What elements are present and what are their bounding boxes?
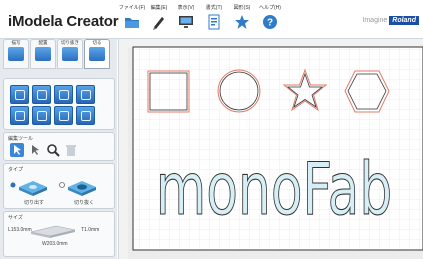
tool-button[interactable] (76, 106, 95, 125)
edit-tools-label: 編集ツール (8, 136, 34, 142)
type-label: タイプ (8, 167, 24, 173)
tab-draw[interactable]: 描写 (3, 39, 29, 69)
size-label: サイズ (8, 215, 23, 221)
tool-button[interactable] (32, 106, 51, 125)
design-canvas[interactable]: monoFab (119, 39, 423, 259)
type-radio-cutout[interactable] (10, 182, 16, 188)
tab-arrange[interactable]: 配置 (30, 39, 56, 69)
monitor-icon (179, 16, 193, 28)
select-arrow-icon[interactable] (10, 143, 24, 157)
roland-logo: Roland (389, 16, 419, 25)
brand-logo: Imagine Roland (362, 16, 419, 25)
menu-format[interactable]: 書式(T) (202, 4, 226, 30)
canvas-area[interactable]: monoFab (118, 39, 423, 259)
size-w-value: W203.0mm (42, 241, 68, 247)
menu-help[interactable]: ヘルプ(H) ? (258, 4, 282, 30)
type-option-pocket-label: 切り抜く (74, 200, 95, 206)
folder-icon (125, 18, 139, 28)
menu-label: ヘルプ(H) (259, 5, 281, 11)
size-panel: サイズ L153.0mm T1.0mm W203.0mm (3, 211, 115, 257)
type-options (10, 181, 96, 196)
mode-tabs: 描写 配置 切り抜き 切る (3, 39, 113, 71)
tab-label: 配置 (38, 40, 48, 45)
app-title: iModela Creator (8, 13, 119, 30)
help-icon: ? (263, 15, 277, 29)
star-icon (235, 15, 249, 29)
canvas-text-monofab[interactable]: monoFab (155, 147, 392, 232)
material-block-icon (30, 225, 76, 238)
header-bar: iModela Creator ファイル(F) 編集(E) 表示(V) 書式(T… (0, 0, 423, 39)
sidebar: 描写 配置 切り抜き 切る 編集ツール タイプ 切り出す 切り抜く サイズ L1… (0, 39, 117, 259)
cut-icon (89, 47, 105, 61)
size-t-value: T1.0mm (81, 227, 100, 233)
tab-label: 切り抜き (61, 40, 79, 45)
svg-text:?: ? (267, 18, 273, 29)
tool-button[interactable] (10, 85, 29, 104)
tool-button[interactable] (54, 106, 73, 125)
brand-imagine: Imagine (362, 17, 388, 24)
tab-label: 切る (92, 40, 102, 45)
type-option-cutout-label: 切り出す (24, 200, 45, 206)
draw-icon (8, 47, 24, 61)
arrange-icon (35, 47, 51, 61)
shape-tools-panel (3, 78, 115, 130)
edit-tools-panel: 編集ツール (3, 132, 115, 161)
trash-icon[interactable] (64, 143, 78, 157)
tab-label: 描写 (11, 40, 21, 45)
tool-button[interactable] (10, 106, 29, 125)
pencil-icon (153, 17, 164, 30)
vertical-ruler (119, 39, 128, 259)
tool-button[interactable] (76, 85, 95, 104)
tool-button[interactable] (54, 85, 73, 104)
menu-view[interactable]: 表示(V) (174, 4, 198, 30)
menu-shapes[interactable]: 図形(S) (230, 4, 254, 30)
type-panel: タイプ 切り出す 切り抜く (3, 163, 115, 209)
type-radio-pocket[interactable] (59, 182, 65, 188)
tab-trim[interactable]: 切り抜き (57, 39, 83, 69)
tool-button[interactable] (32, 85, 51, 104)
document-icon (208, 14, 220, 30)
trim-icon (62, 47, 78, 61)
tab-cut[interactable]: 切る (84, 39, 110, 69)
zoom-icon[interactable] (46, 143, 60, 157)
node-arrow-icon[interactable] (28, 143, 42, 157)
app-window: iModela Creator ファイル(F) 編集(E) 表示(V) 書式(T… (0, 0, 423, 259)
